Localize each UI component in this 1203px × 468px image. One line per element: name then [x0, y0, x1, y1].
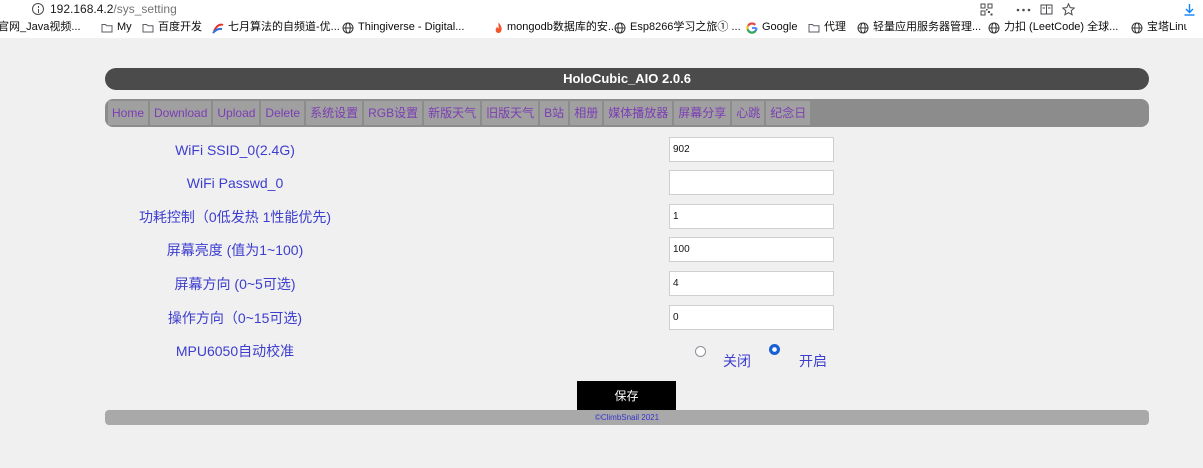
mpu-calibration-on-label: 开启: [799, 353, 827, 369]
globe-icon: [988, 22, 1000, 34]
qr-code-icon[interactable]: [980, 3, 993, 16]
folder-icon: [101, 22, 113, 34]
google-icon: [746, 21, 758, 34]
bookmark-lightweight-server[interactable]: 轻量应用服务器管理...: [857, 18, 981, 37]
bookmark-label: Google: [762, 21, 798, 33]
flame-icon: [494, 22, 503, 34]
tab-upload[interactable]: Upload: [213, 101, 260, 125]
bookmark-label: mongodb数据库的安...: [507, 21, 618, 33]
bookmark-mongodb[interactable]: mongodb数据库的安...: [494, 18, 617, 37]
more-icon[interactable]: [1016, 3, 1031, 16]
form-row-mpu-calibration: MPU6050自动校准: [0, 338, 1203, 364]
bookmark-label: 百度开发: [158, 21, 202, 33]
form-row-brightness: 屏幕亮度 (值为1~100): [0, 237, 1203, 263]
url-host: 192.168.4.2: [50, 2, 114, 16]
tab-bilibili[interactable]: B站: [540, 101, 569, 125]
tab-anniversary[interactable]: 纪念日: [766, 101, 811, 125]
screen-rotation-input[interactable]: [669, 271, 834, 296]
globe-icon: [1131, 22, 1143, 34]
bookmark-label: 官网_Java视频...: [0, 21, 81, 33]
tab-delete[interactable]: Delete: [261, 101, 305, 125]
folder-icon: [808, 22, 820, 34]
tab-download[interactable]: Download: [150, 101, 212, 125]
tab-old-weather[interactable]: 旧版天气: [482, 101, 539, 125]
nav-bar: Home Download Upload Delete 系统设置 RGB设置 新…: [105, 99, 1149, 127]
bookmarks-bar: 官网_Java视频... My 百度开发 七月算法的自频道-优... Thing…: [0, 18, 1203, 38]
bookmark-label: 力扣 (LeetCode) 全球...: [1004, 21, 1119, 33]
form-row-operation-direction: 操作方向（0~15可选): [0, 305, 1203, 331]
bookmark-label: Esp8266学习之旅① ...: [630, 21, 741, 33]
bookmark-label: 代理: [824, 21, 846, 33]
reader-mode-icon[interactable]: [1040, 3, 1053, 16]
tab-heartbeat[interactable]: 心跳: [732, 101, 765, 125]
mpu-calibration-off-label: 关闭: [723, 353, 751, 369]
bookmark-label: 宝塔Linux面: [1147, 21, 1187, 33]
globe-icon: [342, 22, 354, 34]
mpu-calibration-on-radio[interactable]: [769, 344, 780, 355]
tab-screen-share[interactable]: 屏幕分享: [674, 101, 731, 125]
footer-copyright: ©ClimbSnail 2021: [105, 410, 1149, 425]
bookmark-folder-proxy[interactable]: 代理: [808, 18, 846, 37]
operation-direction-input[interactable]: [669, 305, 834, 330]
tab-album[interactable]: 相册: [570, 101, 603, 125]
tab-new-weather[interactable]: 新版天气: [424, 101, 481, 125]
bookmark-java-video[interactable]: 官网_Java视频...: [0, 18, 81, 37]
tab-media-player[interactable]: 媒体播放器: [604, 101, 673, 125]
wifi-password-input[interactable]: [669, 170, 834, 195]
url-path: /sys_setting: [113, 2, 177, 16]
bookmark-esp8266[interactable]: Esp8266学习之旅① ...: [614, 18, 741, 37]
bookmark-label: My: [117, 21, 132, 33]
power-mode-input[interactable]: [669, 204, 834, 229]
form-row-power-mode: 功耗控制（0低发热 1性能优先): [0, 204, 1203, 230]
wifi-ssid-input[interactable]: [669, 137, 834, 162]
bookmark-label: 七月算法的自频道-优...: [228, 21, 340, 33]
save-button[interactable]: 保存: [577, 381, 676, 411]
globe-icon: [857, 22, 869, 34]
mpu-calibration-label: MPU6050自动校准: [175, 343, 295, 359]
form-row-screen-rotation: 屏幕方向 (0~5可选): [0, 271, 1203, 297]
url-field[interactable]: 192.168.4.2/sys_setting: [50, 1, 177, 17]
brightness-input[interactable]: [669, 237, 834, 262]
brightness-label: 屏幕亮度 (值为1~100): [166, 242, 304, 258]
info-icon[interactable]: [32, 3, 44, 15]
screen-rotation-label: 屏幕方向 (0~5可选): [174, 276, 296, 292]
bookmark-star-icon[interactable]: [1062, 3, 1075, 16]
power-mode-label: 功耗控制（0低发热 1性能优先): [138, 209, 332, 225]
bookmark-baota[interactable]: 宝塔Linux面: [1131, 18, 1187, 37]
bookmark-folder-my[interactable]: My: [101, 18, 132, 37]
bookmark-label: 轻量应用服务器管理...: [873, 21, 982, 33]
bookmark-julyedu[interactable]: 七月算法的自频道-优...: [212, 18, 340, 37]
tab-rgb-settings[interactable]: RGB设置: [364, 101, 423, 125]
tab-system-settings[interactable]: 系统设置: [306, 101, 363, 125]
site-icon: [212, 22, 224, 34]
bookmark-folder-baidu[interactable]: 百度开发: [142, 18, 202, 37]
mpu-calibration-off-radio[interactable]: [695, 346, 706, 357]
folder-icon: [142, 22, 154, 34]
wifi-password-label: WiFi Passwd_0: [186, 175, 284, 191]
bookmark-label: Thingiverse - Digital...: [358, 21, 465, 33]
bookmark-google[interactable]: Google: [746, 18, 797, 37]
operation-direction-label: 操作方向（0~15可选): [167, 310, 303, 326]
form-row-wifi-ssid: WiFi SSID_0(2.4G): [0, 137, 1203, 163]
bookmark-thingiverse[interactable]: Thingiverse - Digital...: [342, 18, 464, 37]
globe-icon: [614, 22, 626, 34]
tab-home[interactable]: Home: [108, 101, 149, 125]
download-icon[interactable]: [1183, 3, 1196, 16]
browser-url-bar[interactable]: 192.168.4.2/sys_setting: [0, 0, 1203, 18]
form-row-wifi-password: WiFi Passwd_0: [0, 170, 1203, 196]
bookmark-leetcode[interactable]: 力扣 (LeetCode) 全球...: [988, 18, 1118, 37]
wifi-ssid-label: WiFi SSID_0(2.4G): [175, 142, 295, 158]
page-title: HoloCubic_AIO 2.0.6: [105, 68, 1149, 90]
